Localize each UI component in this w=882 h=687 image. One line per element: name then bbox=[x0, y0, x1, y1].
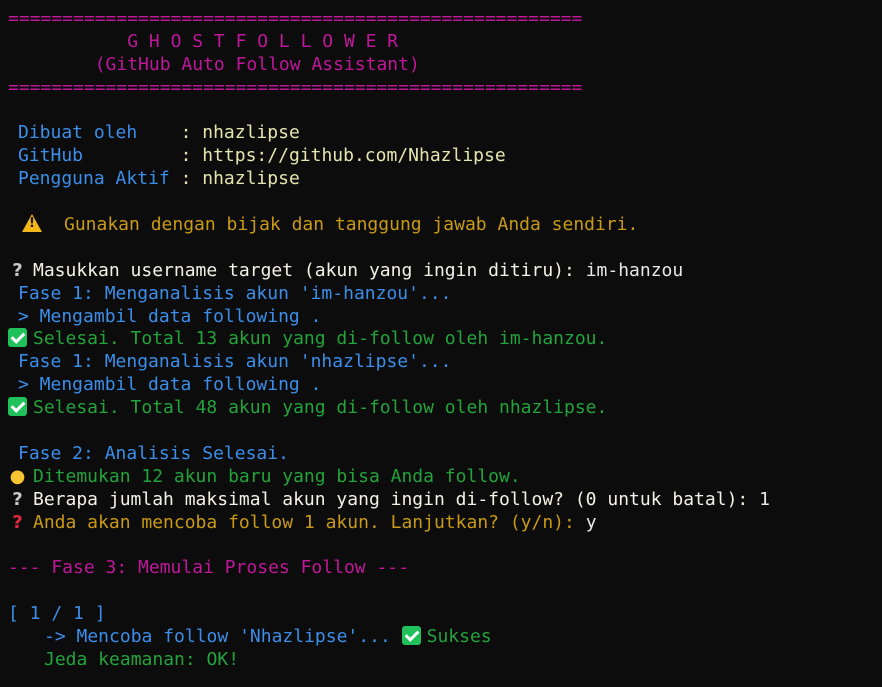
phase2-found-line: ● Ditemukan 12 akun baru yang bisa Anda f… bbox=[8, 466, 878, 489]
phase1-b-step: > Mengambil data following . bbox=[18, 374, 322, 396]
banner-title: G H O S T F O L L O W E R bbox=[127, 30, 399, 52]
terminal-output: ========================================… bbox=[8, 8, 878, 672]
phase1-a-done-line: Selesai. Total 13 akun yang di-follow ol… bbox=[8, 328, 878, 351]
phase1-b-done: Selesai. Total 48 akun yang di-follow ol… bbox=[33, 397, 608, 419]
confirm-answer: y bbox=[585, 511, 597, 533]
phase2-found: Ditemukan 12 akun baru yang bisa Anda fo… bbox=[33, 465, 521, 487]
created-by-label: Dibuat oleh bbox=[18, 122, 181, 144]
banner-subtitle-line: (GitHub Auto Follow Assistant) bbox=[8, 54, 878, 77]
delay-status: Jeda keamanan: OK! bbox=[44, 648, 240, 670]
active-user-value: nhazlipse bbox=[202, 168, 300, 190]
max-follow-answer: 1 bbox=[759, 488, 770, 510]
check-mark-icon bbox=[8, 328, 27, 348]
phase1-a-step: > Mengambil data following . bbox=[18, 305, 322, 327]
info-active-user: Pengguna Aktif : nhazlipse bbox=[8, 168, 878, 191]
active-user-label: Pengguna Aktif bbox=[18, 168, 181, 190]
follow-result: Sukses bbox=[426, 626, 492, 648]
github-label: GitHub bbox=[18, 145, 181, 167]
red-question-mark-icon: ? bbox=[12, 511, 23, 533]
banner-title-line: G H O S T F O L L O W E R bbox=[8, 31, 878, 54]
prompt-target-answer: im-hanzou bbox=[585, 259, 684, 281]
phase1-a-title: Fase 1: Menganalisis akun 'im-hanzou'... bbox=[18, 282, 452, 304]
banner-rule-bottom: ========================================… bbox=[8, 76, 583, 98]
warning-text: Gunakan dengan bijak dan tanggung jawab … bbox=[64, 214, 639, 236]
info-github: GitHub : https://github.com/Nhazlipse bbox=[8, 145, 878, 168]
banner-rule-top: ========================================… bbox=[8, 8, 583, 29]
info-created-by: Dibuat oleh : nhazlipse bbox=[8, 122, 878, 145]
github-url: https://github.com/Nhazlipse bbox=[202, 145, 506, 167]
info-separator: : bbox=[180, 122, 203, 144]
max-follow-question: Berapa jumlah maksimal akun yang ingin d… bbox=[33, 488, 760, 510]
max-follow-prompt-line: ? Berapa jumlah maksimal akun yang ingin … bbox=[8, 489, 878, 512]
info-separator: : bbox=[180, 145, 203, 167]
question-mark-icon: ? bbox=[12, 488, 23, 510]
follow-attempt: -> Mencoba follow 'Nhazlipse'... bbox=[44, 626, 402, 648]
phase2-title: Fase 2: Analisis Selesai. bbox=[18, 442, 289, 464]
info-separator: : bbox=[180, 168, 203, 190]
banner-subtitle: (GitHub Auto Follow Assistant) bbox=[94, 53, 420, 75]
confirm-prompt-line: ? Anda akan mencoba follow 1 akun. Lanjut… bbox=[8, 512, 878, 535]
check-mark-icon bbox=[401, 626, 421, 646]
phase3-header: --- Fase 3: Memulai Proses Follow --- bbox=[8, 557, 409, 579]
prompt-target-line: ? Masukkan username target (akun yang ing… bbox=[8, 260, 878, 283]
phase1-a-done: Selesai. Total 13 akun yang di-follow ol… bbox=[33, 328, 608, 350]
prompt-target-question: Masukkan username target (akun yang ingi… bbox=[33, 259, 586, 281]
check-mark-icon bbox=[8, 397, 27, 417]
light-bulb-icon: ● bbox=[9, 465, 26, 487]
follow-counter: [ 1 / 1 ] bbox=[8, 603, 106, 625]
warning-triangle-icon bbox=[22, 214, 42, 233]
created-by-value: nhazlipse bbox=[202, 122, 300, 144]
question-mark-icon: ? bbox=[12, 259, 23, 281]
confirm-question: Anda akan mencoba follow 1 akun. Lanjutk… bbox=[33, 511, 586, 533]
phase1-b-done-line: Selesai. Total 48 akun yang di-follow ol… bbox=[8, 397, 878, 420]
warning-line: Gunakan dengan bijak dan tanggung jawab … bbox=[8, 214, 878, 237]
phase1-b-title: Fase 1: Menganalisis akun 'nhazlipse'... bbox=[18, 351, 452, 373]
follow-attempt-line: -> Mencoba follow 'Nhazlipse'... Sukses bbox=[8, 626, 878, 649]
